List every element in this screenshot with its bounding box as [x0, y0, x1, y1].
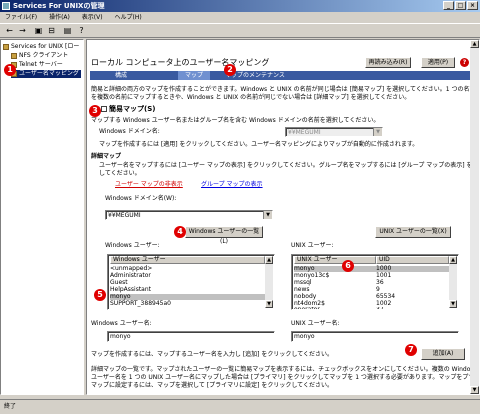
show-group-map-link[interactable]: グループ マップの表示 [201, 181, 263, 189]
apply-button[interactable]: 適用(P) [421, 57, 455, 68]
menu-view[interactable]: 表示(V) [77, 12, 108, 23]
tree-root[interactable]: Services for UNIX [ロー [3, 43, 79, 51]
tab-bar: 構成 マップ マップのメンテナンス [90, 71, 476, 80]
unix-user-column-header[interactable]: UNIX ユーザー [294, 256, 376, 264]
simple-map-checkbox[interactable]: 簡易マップ(S) [101, 105, 155, 113]
scroll-up-icon: ▲ [449, 256, 457, 264]
scrollbar[interactable]: ▲ ▼ [449, 256, 457, 308]
help-icon[interactable]: ? [76, 26, 87, 36]
simple-domain-select: ¥¥MEGUMI ▼ [285, 127, 383, 137]
windows-users-label: Windows ユーザー: [105, 242, 160, 249]
tree-item-telnet[interactable]: Telnet サーバー [11, 61, 63, 69]
export-icon[interactable]: ⊟ [46, 26, 57, 36]
callout-badge-6: 6 [342, 260, 354, 272]
window-title: Services For UNIXの管理 [13, 2, 105, 10]
pane-scrollbar[interactable]: ▲ ▼ [470, 40, 479, 394]
menu-help[interactable]: ヘルプ(H) [110, 12, 147, 23]
tab-config[interactable]: 構成 [90, 71, 152, 80]
advanced-desc1: ユーザー名をマップするには [ユーザー マップの表示] をクリックしてください。… [99, 162, 480, 169]
nfs-icon [11, 52, 17, 59]
chevron-down-icon: ▼ [373, 128, 382, 136]
table-row[interactable]: operator37 [294, 307, 449, 309]
callout-badge-1: 1 [4, 64, 16, 76]
menu-file[interactable]: ファイル(F) [0, 12, 42, 23]
advanced-title: 詳細マップ [91, 153, 122, 160]
table-row[interactable]: mssql 36 [294, 280, 449, 286]
callout-badge-5: 5 [94, 289, 106, 301]
simple-domain-label: Windows ドメイン名: [99, 128, 160, 135]
toolbar: ← → ▣ ⊟ ▤ ? [0, 23, 480, 38]
simple-desc: マップする Windows ユーザー名またはグループ名を含む Windows ド… [91, 117, 380, 124]
folder-icon [3, 43, 9, 50]
simple-note: マップを作成するには [適用] をクリックしてください。ユーザー名マッピングによ… [99, 141, 419, 148]
add-button[interactable]: 追加(A) [421, 348, 465, 360]
status-bar: 終了 [0, 399, 480, 414]
back-icon[interactable]: ← [4, 26, 15, 36]
unix-users-list[interactable]: UNIX ユーザー UID monyo 1000 monyo13c$ 1001 ms… [291, 254, 459, 310]
advanced-desc2: してください。 [99, 170, 141, 177]
title-bar: Services For UNIXの管理 _ □ × [0, 0, 480, 12]
windows-users-list[interactable]: Windows ユーザー <unmapped> Administrator Gu… [107, 254, 275, 310]
minimize-button[interactable]: _ [443, 1, 454, 10]
page-title: ローカル コンピュータ上のユーザー名マッピング [91, 58, 270, 67]
callout-badge-3: 3 [89, 105, 101, 117]
unix-name-input[interactable]: monyo [291, 331, 459, 342]
scrollbar[interactable]: ▲ ▼ [265, 256, 273, 308]
table-row[interactable]: news 9 [294, 287, 449, 293]
tree-item-nfs[interactable]: NFS クライアント [11, 52, 68, 60]
main-pane: ローカル コンピュータ上のユーザー名マッピング 再読み込み(R) 適用(P) ?… [86, 39, 480, 395]
list-unix-users-button[interactable]: UNIX ユーザーの一覧(X) [375, 226, 451, 238]
properties-icon[interactable]: ▤ [62, 26, 73, 36]
windows-user-column-header[interactable]: Windows ユーザー [110, 256, 265, 264]
console-tree: Services for UNIX [ロー NFS クライアント Telnet … [0, 39, 84, 395]
scroll-down-icon: ▼ [265, 300, 273, 308]
maximize-button[interactable]: □ [455, 1, 466, 10]
menu-action[interactable]: 操作(A) [44, 12, 75, 23]
unix-name-label: UNIX ユーザー名: [291, 320, 340, 327]
advanced-domain-select[interactable]: ¥¥MEGUMI ▼ [105, 210, 273, 220]
forward-icon[interactable]: → [17, 26, 28, 36]
list-windows-users-button[interactable]: Windows ユーザーの一覧(L) [185, 226, 263, 245]
callout-badge-4: 4 [174, 226, 186, 238]
hide-user-map-link[interactable]: ユーザー マップの非表示 [115, 181, 183, 189]
unix-users-label: UNIX ユーザー: [291, 242, 334, 249]
intro-line1: 簡易と詳細の両方のマップを作成することができます。Windows と UNIX … [91, 86, 476, 93]
add-note: マップを作成するには、マップするユーザー名を入力し [追加] をクリックしてくだ… [91, 351, 334, 358]
uid-column-header[interactable]: UID [376, 256, 449, 264]
bottom-line1: 詳細マップの一覧です。マップされたユーザーの一覧に簡易マップを表示するには、チェ… [91, 366, 479, 373]
scroll-up-icon: ▲ [470, 40, 479, 48]
tab-maps[interactable]: マップ [178, 71, 210, 80]
bottom-line2: ユーザー名を 1 つの UNIX ユーザー名にマップした場合は [プライマリ] … [91, 374, 480, 381]
console-tree-icon[interactable]: ▣ [33, 26, 44, 36]
tree-item-mapping[interactable]: ユーザー名マッピング [11, 70, 81, 78]
table-row[interactable]: monyo13c$ 1001 [294, 273, 449, 279]
reload-button[interactable]: 再読み込み(R) [365, 57, 411, 68]
status-text: 終了 [4, 403, 17, 410]
app-icon [2, 2, 10, 10]
help-icon[interactable]: ? [460, 58, 469, 67]
callout-badge-2: 2 [224, 64, 236, 76]
chevron-down-icon: ▼ [263, 211, 272, 219]
close-button[interactable]: × [467, 1, 478, 10]
windows-name-input[interactable]: monyo [107, 331, 275, 342]
callout-badge-7: 7 [405, 344, 417, 356]
scroll-down-icon: ▼ [449, 300, 457, 308]
advanced-domain-label: Windows ドメイン名(W): [105, 195, 177, 202]
scroll-down-icon: ▼ [470, 386, 479, 394]
bottom-line3: マップに設定するには、マップを選択して [プライマリに設定] をクリックしてくだ… [91, 382, 333, 389]
list-item[interactable]: SUPPORT_388945a0 [110, 301, 171, 307]
menu-bar: ファイル(F) 操作(A) 表示(V) ヘルプ(H) [0, 12, 480, 23]
checkbox-icon [101, 106, 107, 112]
windows-name-label: Windows ユーザー名: [91, 320, 152, 327]
intro-line2: を複数の名前にマップするときや、Windows と UNIX の名前が同じでない… [91, 94, 411, 101]
scroll-up-icon: ▲ [265, 256, 273, 264]
